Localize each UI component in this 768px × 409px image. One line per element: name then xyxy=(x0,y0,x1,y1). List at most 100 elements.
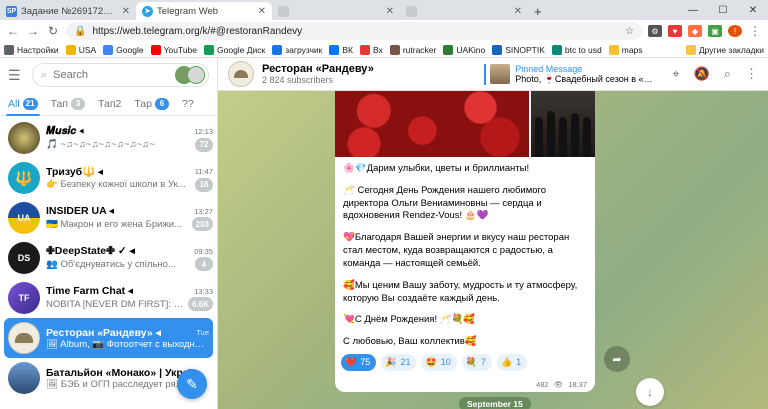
channel-info[interactable]: Ресторан «Рандеву» 2 824 subscribers xyxy=(262,63,374,85)
browser-tab-4[interactable]: ✕ xyxy=(400,2,528,20)
bookmark-item[interactable]: Другие закладки xyxy=(685,44,764,55)
chat-item[interactable]: 𝑴𝒖𝒔𝒊𝒄 ◂ 12:13 🎵 ~♫~♫~♫~♫~♫~♫~♫~ 72 xyxy=(0,118,217,158)
photo-band[interactable] xyxy=(531,91,595,157)
photo-roses[interactable] xyxy=(335,91,529,157)
extension-icon[interactable]: ♥ xyxy=(668,25,682,37)
chat-item[interactable]: DS ✙DeepState✙ ✓ ◂ 09:35 👥 Об'єднуватись … xyxy=(0,238,217,278)
browser-tab-telegram[interactable]: ➤ Telegram Web ✕ xyxy=(136,2,272,20)
avatar xyxy=(8,322,40,354)
browser-tab-3[interactable]: ✕ xyxy=(272,2,400,20)
message-meta: 482 👁 18:37 xyxy=(536,380,587,389)
tab-title: Задание №2691721 - просмотр з xyxy=(21,5,118,17)
telegram-icon: ➤ xyxy=(142,5,153,17)
close-tab-icon[interactable]: ✕ xyxy=(122,6,130,17)
subscriber-count: 2 824 subscribers xyxy=(262,75,334,85)
bookmark-item[interactable]: USA xyxy=(65,44,96,55)
bookmark-item[interactable]: загрузчик xyxy=(272,44,322,55)
message-paragraph: 🥰Мы ценим Вашу заботу, мудрость и ту атм… xyxy=(343,279,578,304)
window-close-icon[interactable]: ✕ xyxy=(738,0,768,20)
reaction-party[interactable]: 🎉 21 xyxy=(381,353,417,371)
menu-icon[interactable]: ☰ xyxy=(8,68,22,82)
message-time: 18:37 xyxy=(568,380,587,389)
channel-avatar[interactable] xyxy=(228,61,254,87)
message-paragraph: 💘С Днём Рождения! 🥂💐🥰 xyxy=(343,314,476,326)
telegram-app: ☰ ⌕ All21 Тап3 Тап2 Тар6 ?? 𝑴𝒖𝒔𝒊𝒄 ◂12:13… xyxy=(0,58,768,409)
close-tab-icon[interactable]: ✕ xyxy=(386,6,394,17)
chat-item-active[interactable]: Ресторан «Рандеву» ◂ Tue 🖼 Album, 📷 Фотоо… xyxy=(4,318,213,358)
compose-pencil-button[interactable]: ✎ xyxy=(177,369,207,399)
folder-badge: 6 xyxy=(154,97,169,110)
tab-tap[interactable]: Тап 3 xyxy=(51,92,86,116)
reaction-starstruck[interactable]: 🤩 10 xyxy=(421,353,457,371)
back-icon[interactable]: ← xyxy=(6,24,20,38)
bookmark-item[interactable]: btc to usd xyxy=(551,44,602,55)
scroll-down-button[interactable]: ↓ xyxy=(636,378,664,406)
pinned-thumbnail xyxy=(490,64,511,84)
browser-tab-task[interactable]: SP Задание №2691721 - просмотр з ✕ xyxy=(0,2,136,20)
more-icon[interactable]: ⋮ xyxy=(745,66,758,82)
bookmark-item[interactable]: Вх xyxy=(360,44,383,55)
pinned-preview: Photo, 🍷Свадебный сезон в «Р... xyxy=(515,73,656,84)
message-paragraph: 🥂 Сегодня День Рождения нашего любимого … xyxy=(343,184,547,222)
message-paragraph: 💖Благодаря Вашей энергии и вкусу наш рес… xyxy=(343,232,570,269)
tab-all[interactable]: All 21 xyxy=(6,92,40,116)
chat-item[interactable]: UA INSIDER UA ◂ 13:27 🇺🇦 Макрон и его жен… xyxy=(0,198,217,238)
minimize-icon[interactable]: — xyxy=(678,0,708,20)
extension-icon[interactable]: ⚙ xyxy=(648,25,662,37)
unread-badge: 72 xyxy=(195,137,213,152)
unread-badge: 203 xyxy=(191,217,213,231)
bookmark-item[interactable]: ВК xyxy=(329,44,353,55)
unpin-icon[interactable]: ⌖ xyxy=(672,66,679,82)
stories-avatars[interactable] xyxy=(175,66,205,84)
blank-tab-icon xyxy=(406,5,417,17)
bookmark-item[interactable]: Google Диск xyxy=(204,44,265,55)
lock-icon[interactable]: 🔒 xyxy=(74,26,86,37)
reload-icon[interactable]: ↻ xyxy=(46,24,60,38)
bookmark-item[interactable]: Google xyxy=(103,44,144,55)
message-album[interactable] xyxy=(335,91,595,157)
mute-bell-icon[interactable]: 🔕 xyxy=(694,66,710,82)
url-text: https://web.telegram.org/k/#@restoranRan… xyxy=(92,25,303,37)
avatar-icon[interactable]: ! xyxy=(728,25,742,37)
reaction-thumbsup[interactable]: 👍 1 xyxy=(496,353,528,371)
bookmark-item[interactable]: SINOPTIK xyxy=(492,44,545,55)
view-count: 482 xyxy=(536,380,549,389)
folder-badge: 3 xyxy=(71,97,86,110)
unread-badge: 16 xyxy=(195,177,213,192)
bookmark-item[interactable]: maps xyxy=(608,44,643,55)
reaction-bouquet[interactable]: 💐 7 xyxy=(461,353,492,371)
message-bubble: 🌸💎Дарим улыбки, цветы и бриллианты! 🥂 Се… xyxy=(335,91,595,392)
tab-tap2[interactable]: Тап2 xyxy=(98,92,121,116)
avatar xyxy=(8,122,40,154)
avatar: 🔱 xyxy=(8,162,40,194)
folder-tabs: All 21 Тап 3 Тап2 Тар 6 ?? xyxy=(0,92,217,116)
search-icon: ⌕ xyxy=(41,68,48,81)
close-tab-icon[interactable]: ✕ xyxy=(258,6,266,17)
avatar: TF xyxy=(8,282,40,314)
close-tab-icon[interactable]: ✕ xyxy=(514,6,522,17)
menu-dots-icon[interactable]: ⋮ xyxy=(748,24,762,38)
bookmark-item[interactable]: rutracker xyxy=(389,44,436,55)
extension-icon[interactable]: ▣ xyxy=(708,25,722,37)
message-paragraph: 🌸💎Дарим улыбки, цветы и бриллианты! xyxy=(343,163,530,174)
forward-button[interactable]: ➦ xyxy=(604,346,630,372)
new-tab-button[interactable]: + xyxy=(528,2,548,20)
forward-icon[interactable]: → xyxy=(26,24,40,38)
search-box[interactable]: ⌕ xyxy=(32,63,209,87)
chat-item[interactable]: 🔱 Тризуб🔱 ◂ 11:47 👉 Безпеку кожної школи … xyxy=(0,158,217,198)
reaction-heart[interactable]: ❤️ 75 xyxy=(341,353,377,371)
bookmark-item[interactable]: YouTube xyxy=(150,44,197,55)
tab-tar[interactable]: Тар 6 xyxy=(134,92,169,116)
bookmark-star-icon[interactable]: ☆ xyxy=(625,26,634,37)
url-bar[interactable]: 🔒 https://web.telegram.org/k/#@restoranR… xyxy=(66,22,642,40)
chat-panel: Ресторан «Рандеву» 2 824 subscribers Pin… xyxy=(218,58,768,409)
bookmark-item[interactable]: UAKino xyxy=(443,44,485,55)
search-icon[interactable]: ⌕ xyxy=(724,66,731,82)
pinned-message[interactable]: Pinned Message Photo, 🍷Свадебный сезон в… xyxy=(484,63,656,85)
extension-icon[interactable]: ◆ xyxy=(688,25,702,37)
maximize-icon[interactable]: ☐ xyxy=(708,0,738,20)
message-paragraph: С любовью, Ваш коллектив🥰 xyxy=(343,336,477,348)
tab-unknown[interactable]: ?? xyxy=(182,92,194,116)
chat-item[interactable]: TF Time Farm Chat ◂ 13:33 NOBITA [NEVER D… xyxy=(0,278,217,318)
bookmark-item[interactable]: Настройки xyxy=(4,44,59,55)
